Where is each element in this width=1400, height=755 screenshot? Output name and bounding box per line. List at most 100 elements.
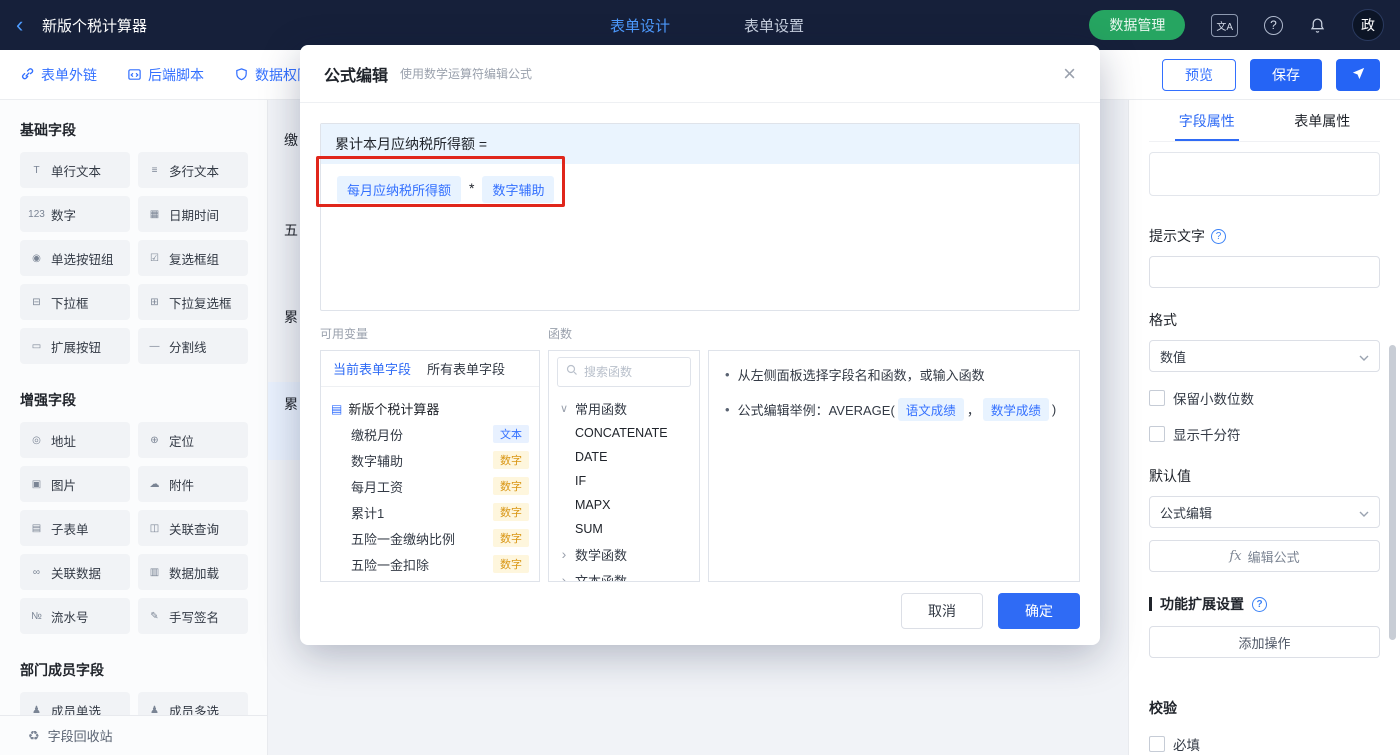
question-icon[interactable] (1211, 228, 1226, 244)
script-icon (127, 67, 142, 82)
field-type-item[interactable]: ▦ 日期时间 (138, 196, 248, 232)
field-type-item[interactable]: ◉ 单选按钮组 (20, 240, 130, 276)
variable-field-item[interactable]: 每月工资 数字 (331, 473, 529, 499)
field-type-item[interactable]: ∞ 关联数据 (20, 554, 130, 590)
checkbox-label: 保留小数位数 (1173, 392, 1254, 407)
example-field-chip: 数学成绩 (982, 398, 1049, 421)
function-group-text[interactable]: 文本函数 (549, 567, 699, 582)
fx-icon: fx (1229, 548, 1242, 564)
variable-field-item[interactable]: 五险一金扣除 数字 (331, 551, 529, 577)
field-type-badge: 数字 (493, 529, 529, 547)
formula-input-area[interactable]: 每月应纳税所得额 * 数字辅助 (321, 164, 1079, 310)
field-type-label: 下拉框 (51, 296, 89, 311)
question-icon[interactable] (1252, 596, 1267, 612)
function-item[interactable]: DATE (549, 445, 699, 469)
checkbox[interactable] (1149, 426, 1165, 442)
field-type-item[interactable]: ▥ 数据加载 (138, 554, 248, 590)
variable-field-item[interactable]: 累计1 数字 (331, 499, 529, 525)
field-type-item[interactable]: ▤ 子表单 (20, 510, 130, 546)
tab-form-properties[interactable]: 表单属性 (1265, 100, 1381, 141)
field-type-item[interactable]: ☑ 复选框组 (138, 240, 248, 276)
recycle-icon (28, 728, 40, 744)
back-icon[interactable] (16, 14, 38, 36)
search-input[interactable] (584, 365, 682, 379)
checkbox-row[interactable]: 必填 (1149, 734, 1380, 754)
panel-labels: 可用变量 函数 (320, 325, 1080, 342)
close-icon[interactable] (1063, 63, 1076, 85)
hint-text-label: 提示文字 (1149, 226, 1380, 246)
formula-token[interactable]: 数字辅助 (482, 176, 555, 203)
confirm-button[interactable]: 确定 (998, 593, 1080, 629)
field-type-item[interactable]: ≡ 多行文本 (138, 152, 248, 188)
function-item[interactable]: IF (549, 469, 699, 493)
field-type-item[interactable]: № 流水号 (20, 598, 130, 634)
tab-field-properties[interactable]: 字段属性 (1149, 100, 1265, 141)
format-label: 格式 (1149, 310, 1380, 330)
field-type-item[interactable]: 123 数字 (20, 196, 130, 232)
field-type-item[interactable]: ⊟ 下拉框 (20, 284, 130, 320)
label-text: 默认值 (1149, 468, 1191, 484)
bell-icon[interactable] (1309, 17, 1326, 34)
function-group-common[interactable]: 常用函数 (549, 395, 699, 421)
variable-field-item[interactable]: 数字辅助 数字 (331, 447, 529, 473)
help-icon[interactable] (1264, 15, 1283, 35)
field-type-item[interactable]: — 分割线 (138, 328, 248, 364)
formula-help-panel: 从左侧面板选择字段名和函数，或输入函数 公式编辑举例：AVERAGE( 语文成绩… (708, 350, 1080, 582)
data-manage-button[interactable]: 数据管理 (1089, 10, 1186, 40)
field-type-item[interactable]: ✎ 手写签名 (138, 598, 248, 634)
variables-tabs: 当前表单字段 所有表单字段 (321, 351, 539, 387)
save-button[interactable]: 保存 (1250, 58, 1322, 91)
formula-token[interactable]: 每月应纳税所得额 (337, 176, 462, 203)
formula-token[interactable]: * (469, 180, 474, 196)
field-type-label: 单行文本 (51, 164, 102, 179)
checkbox-row[interactable]: 保留小数位数 (1149, 388, 1380, 408)
share-button[interactable] (1336, 58, 1380, 91)
field-type-icon: ◎ (32, 434, 41, 446)
field-type-label: 关联数据 (51, 566, 102, 581)
hint-text-input[interactable] (1149, 256, 1380, 288)
field-type-icon: ▣ (31, 478, 42, 490)
field-type-icon: ▦ (149, 208, 160, 220)
function-search[interactable] (557, 357, 691, 387)
field-type-label: 多行文本 (169, 164, 220, 179)
field-type-item[interactable]: ☁ 附件 (138, 466, 248, 502)
variable-field-item[interactable]: 五险一金缴纳比例 数字 (331, 525, 529, 551)
tree-root-form[interactable]: 新版个税计算器 (331, 395, 529, 421)
function-group-math[interactable]: 数学函数 (549, 541, 699, 567)
field-type-item[interactable]: ⊕ 定位 (138, 422, 248, 458)
function-item[interactable]: MAPX (549, 493, 699, 517)
variables-tree: 新版个税计算器 缴税月份 文本 数字辅助 数字 (321, 387, 539, 577)
field-type-item[interactable]: ▭ 扩展按钮 (20, 328, 130, 364)
field-recycle-bin[interactable]: 字段回收站 (0, 715, 267, 755)
format-select[interactable]: 数值 (1149, 340, 1380, 372)
field-type-item[interactable]: ◎ 地址 (20, 422, 130, 458)
tab-form-design[interactable]: 表单设计 (610, 15, 670, 36)
preview-button[interactable]: 预览 (1162, 58, 1236, 91)
edit-formula-button[interactable]: fx 编辑公式 (1149, 540, 1380, 572)
tab-all-form-fields[interactable]: 所有表单字段 (427, 359, 505, 378)
translate-icon[interactable]: 文A (1211, 13, 1238, 37)
avatar[interactable]: 政 (1352, 9, 1384, 41)
group-label: 常用函数 (575, 401, 628, 417)
checkbox[interactable] (1149, 736, 1165, 752)
default-value-select[interactable]: 公式编辑 (1149, 496, 1380, 528)
toolbar-actions: 预览 保存 (1162, 58, 1380, 91)
field-type-item[interactable]: ◫ 关联查询 (138, 510, 248, 546)
checkbox[interactable] (1149, 390, 1165, 406)
field-type-item[interactable]: ▣ 图片 (20, 466, 130, 502)
function-item[interactable]: SUM (549, 517, 699, 541)
function-item[interactable]: CONCATENATE (549, 421, 699, 445)
toolbar-item-backend-script[interactable]: 后端脚本 (127, 65, 204, 85)
cancel-button[interactable]: 取消 (901, 593, 983, 629)
variable-field-item[interactable]: 缴税月份 文本 (331, 421, 529, 447)
add-operation-button[interactable]: 添加操作 (1149, 626, 1380, 658)
tab-current-form-fields[interactable]: 当前表单字段 (333, 359, 411, 378)
toolbar-item-form-external-link[interactable]: 表单外链 (20, 65, 97, 85)
tab-form-settings[interactable]: 表单设置 (744, 15, 804, 36)
field-type-icon: ◉ (32, 252, 41, 264)
field-type-item[interactable]: T 单行文本 (20, 152, 130, 188)
field-type-item[interactable]: ⊞ 下拉复选框 (138, 284, 248, 320)
checkbox-row[interactable]: 显示千分符 (1149, 424, 1380, 444)
field-description-input[interactable] (1149, 152, 1380, 196)
scrollbar-thumb[interactable] (1389, 345, 1396, 640)
